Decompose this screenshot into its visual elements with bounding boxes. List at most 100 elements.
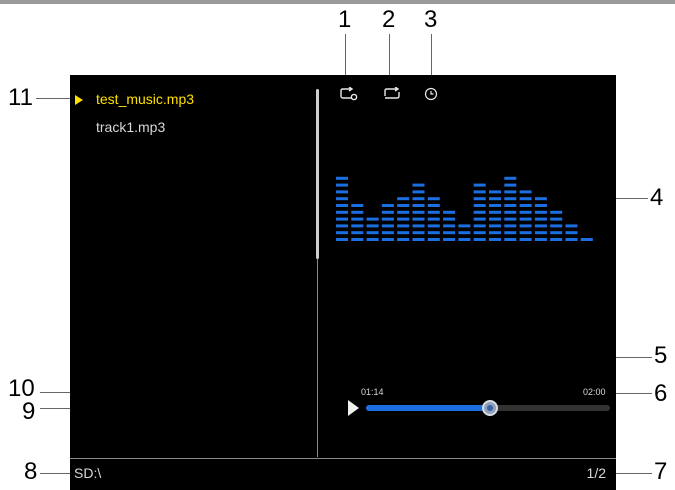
playlist-item[interactable]: track1.mp3 (96, 119, 165, 135)
equalizer-segment (489, 204, 501, 207)
equalizer-segment (336, 183, 348, 187)
playlist-scrollbar[interactable] (316, 89, 319, 259)
equalizer-bar (489, 190, 501, 241)
equalizer-bar (366, 217, 379, 241)
equalizer-segment (565, 231, 578, 235)
equalizer-bar (458, 224, 471, 241)
progress-bar[interactable] (366, 400, 610, 416)
playlist-item-active[interactable]: test_music.mp3 (96, 91, 194, 107)
equalizer-segment (336, 190, 348, 194)
equalizer-segment (489, 190, 501, 194)
equalizer-segment (366, 231, 379, 235)
leader-11 (36, 98, 70, 99)
equalizer-segment (397, 238, 410, 241)
leader-2 (389, 34, 390, 80)
callout-4: 4 (650, 184, 664, 211)
equalizer-segment (397, 197, 410, 201)
repeat-all-icon[interactable] (382, 87, 402, 101)
progress-knob[interactable] (482, 400, 499, 416)
equalizer-bar (443, 210, 456, 241)
equalizer-bar (580, 238, 593, 241)
equalizer-segment (489, 210, 501, 214)
leader-3 (431, 34, 432, 80)
equalizer-segment (504, 217, 517, 221)
callout-2: 2 (382, 6, 396, 33)
equalizer-bar (381, 204, 394, 241)
callout-1: 1 (338, 6, 352, 33)
equalizer-segment (397, 204, 410, 207)
callout-11: 11 (8, 84, 33, 111)
now-playing-marker-icon (75, 95, 83, 105)
vertical-divider (317, 259, 318, 457)
equalizer-bar (427, 197, 440, 241)
equalizer-segment (458, 238, 471, 241)
top-border (0, 0, 675, 4)
equalizer-visualizer (336, 176, 593, 241)
storage-path: SD:\ (74, 465, 102, 481)
equalizer-segment (412, 190, 425, 194)
equalizer-segment (504, 238, 517, 241)
equalizer-bar (397, 197, 410, 241)
callout-6: 6 (654, 380, 668, 407)
player-screen: test_music.mp3 track1.mp3 01:14 02:00 SD… (70, 75, 616, 490)
equalizer-bar (565, 224, 578, 241)
play-button-icon[interactable] (348, 400, 359, 416)
equalizer-segment (427, 231, 440, 235)
equalizer-segment (381, 210, 394, 214)
leader-1 (345, 34, 346, 80)
equalizer-segment (381, 224, 394, 228)
equalizer-segment (412, 217, 425, 221)
leader-6 (612, 393, 652, 394)
equalizer-segment (473, 183, 486, 187)
equalizer-bar (473, 183, 486, 241)
equalizer-segment (397, 210, 410, 214)
equalizer-segment (489, 238, 501, 241)
equalizer-segment (397, 217, 410, 221)
equalizer-segment (443, 238, 456, 241)
equalizer-segment (443, 210, 456, 214)
equalizer-segment (473, 231, 486, 235)
equalizer-segment (336, 176, 348, 180)
equalizer-segment (534, 210, 547, 214)
equalizer-segment (336, 217, 348, 221)
equalizer-segment (519, 190, 532, 194)
equalizer-segment (504, 231, 517, 235)
equalizer-segment (519, 238, 532, 241)
equalizer-segment (427, 197, 440, 201)
equalizer-segment (412, 210, 425, 214)
callout-5: 5 (654, 342, 668, 369)
equalizer-segment (381, 231, 394, 235)
equalizer-segment (489, 231, 501, 235)
timer-icon[interactable] (424, 87, 438, 101)
equalizer-segment (504, 224, 517, 228)
callout-10: 10 (8, 375, 35, 402)
equalizer-segment (427, 204, 440, 207)
equalizer-segment (565, 238, 578, 241)
horizontal-divider (70, 458, 616, 459)
equalizer-segment (351, 210, 364, 214)
equalizer-segment (336, 231, 348, 235)
equalizer-segment (381, 238, 394, 241)
equalizer-segment (336, 238, 348, 241)
equalizer-segment (580, 238, 593, 241)
equalizer-segment (550, 217, 563, 221)
equalizer-segment (336, 210, 348, 214)
equalizer-segment (381, 204, 394, 207)
repeat-one-icon[interactable] (338, 87, 358, 101)
equalizer-segment (504, 210, 517, 214)
equalizer-segment (336, 197, 348, 201)
callout-7: 7 (654, 458, 668, 485)
equalizer-segment (489, 197, 501, 201)
callout-9: 9 (22, 398, 36, 425)
equalizer-segment (397, 231, 410, 235)
equalizer-segment (519, 204, 532, 207)
equalizer-segment (519, 197, 532, 201)
equalizer-bar (534, 197, 547, 241)
equalizer-segment (550, 224, 563, 228)
equalizer-segment (366, 217, 379, 221)
equalizer-segment (550, 210, 563, 214)
equalizer-segment (534, 204, 547, 207)
leader-8 (40, 473, 72, 474)
equalizer-bar (412, 183, 425, 241)
equalizer-segment (366, 224, 379, 228)
